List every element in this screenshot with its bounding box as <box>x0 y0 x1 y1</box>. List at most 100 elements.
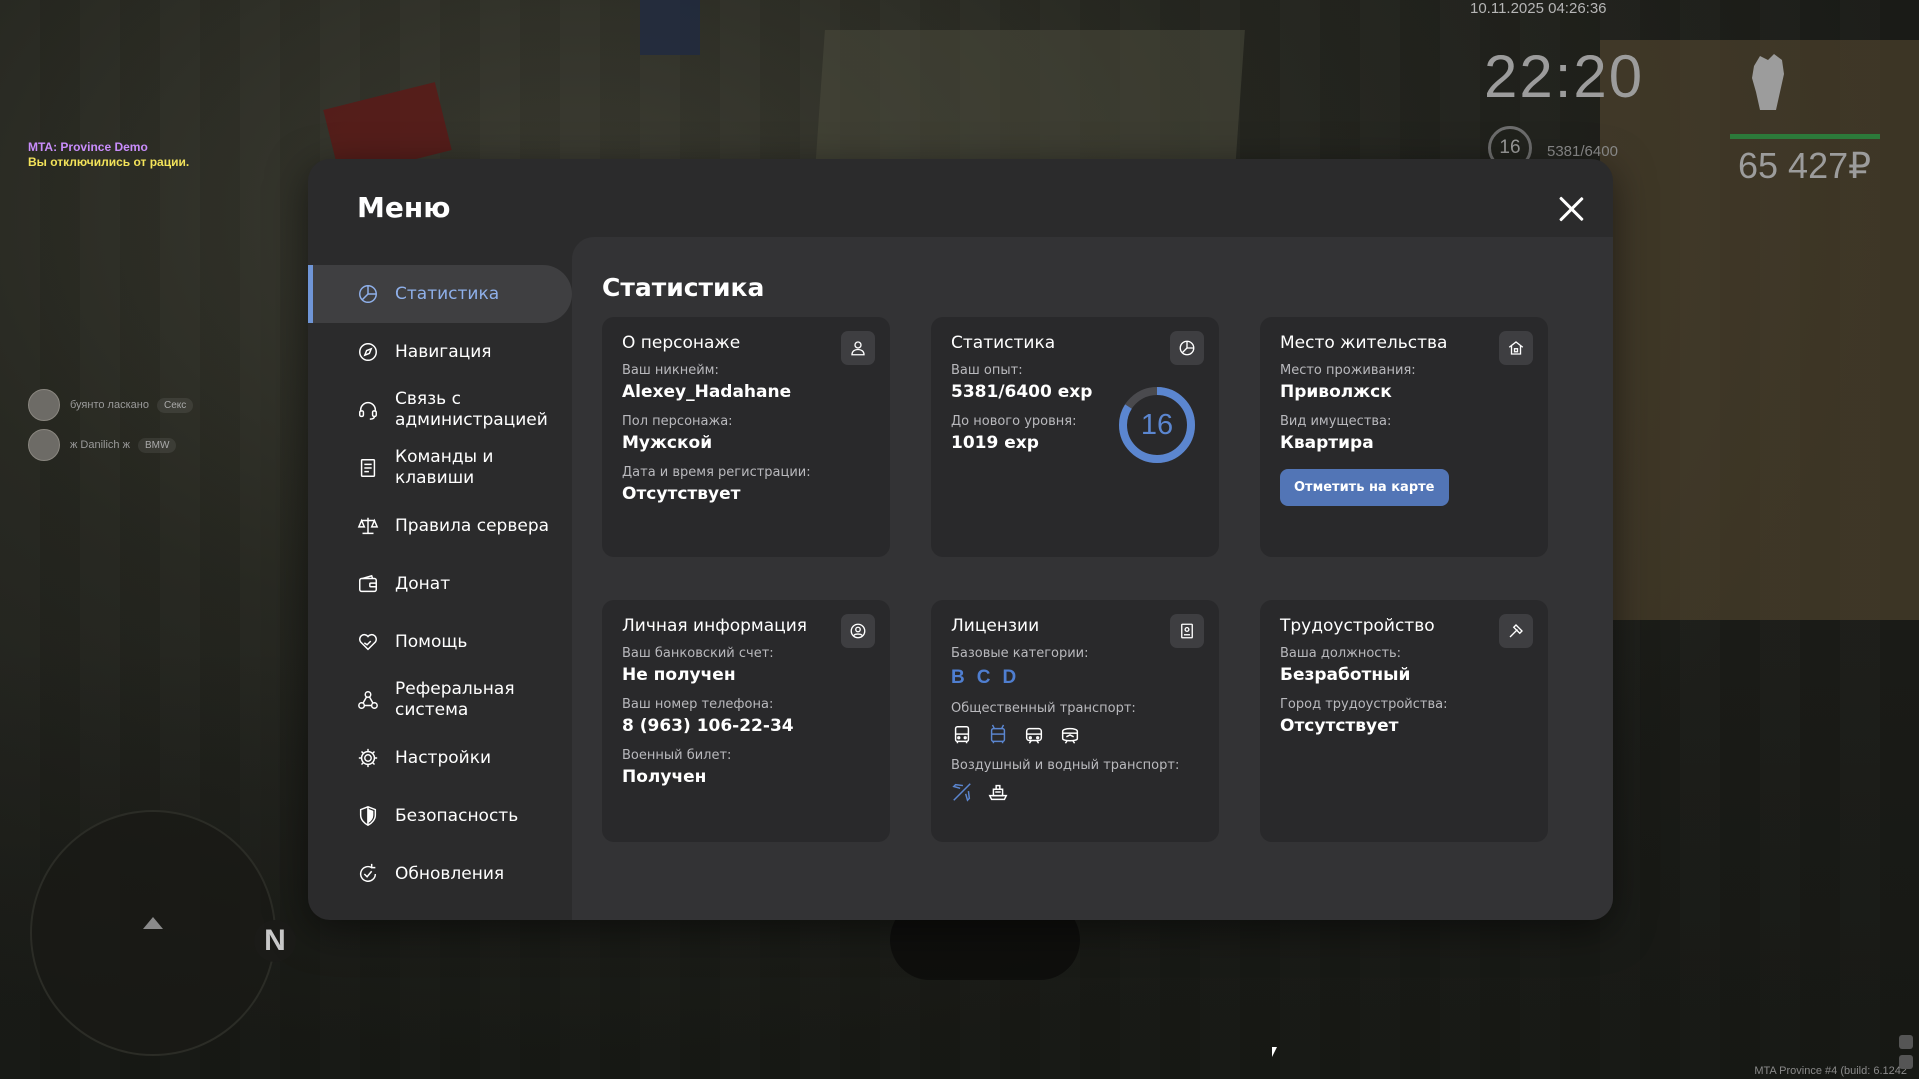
document-icon <box>356 456 380 480</box>
avatar <box>28 389 60 421</box>
build-info: MTA Province #4 (build: 6.1242 <box>1754 1065 1907 1077</box>
sidebar-item-settings[interactable]: Настройки <box>308 729 572 787</box>
field-label: Ваш банковский счет: <box>622 646 774 661</box>
sidebar-item-navigation[interactable]: Навигация <box>308 323 572 381</box>
field-label: Место проживания: <box>1280 363 1416 378</box>
card-title: О персонаже <box>622 333 741 353</box>
mouse-cursor <box>1272 1047 1277 1057</box>
character-card: О персонаже Ваш никнейм: Alexey_Hadahane… <box>602 317 890 557</box>
voice-name: буянто ласкано <box>70 399 149 411</box>
job-position-value: Безработный <box>1280 665 1411 685</box>
headset-icon <box>356 398 380 422</box>
pie-chart-icon <box>356 282 380 306</box>
location-icon <box>1899 1055 1913 1069</box>
card-title: Место жительства <box>1280 333 1448 353</box>
refresh-icon <box>356 862 380 886</box>
voice-row: буянто ласкано Секс <box>28 388 194 422</box>
shield-icon <box>356 804 380 828</box>
user-circle-icon <box>841 614 875 648</box>
sidebar-item-label: Навигация <box>395 341 492 362</box>
hud-clock: 22:20 <box>1484 43 1645 110</box>
sidebar-item-label: Безопасность <box>395 805 519 826</box>
field-label: Город трудоустройства: <box>1280 697 1448 712</box>
sidebar-item-help[interactable]: Помощь <box>308 613 572 671</box>
plane-icon <box>951 781 973 803</box>
mark-on-map-button[interactable]: Отметить на карте <box>1280 469 1449 506</box>
hud-exp: 5381/6400 <box>1547 143 1618 160</box>
job-city-value: Отсутствует <box>1280 716 1399 736</box>
card-title: Личная информация <box>622 616 808 636</box>
field-label: Ваша должность: <box>1280 646 1402 661</box>
avatar <box>28 429 60 461</box>
game-background-door <box>815 30 1245 170</box>
trolleybus-icon <box>987 724 1009 746</box>
hud-datetime: 10.11.2025 04:26:36 <box>1470 0 1607 17</box>
sidebar-item-rules[interactable]: Правила сервера <box>308 497 572 555</box>
residence-place-value: Приволжск <box>1280 382 1392 402</box>
public-transport-icons <box>951 724 1199 746</box>
level-number: 16 <box>1140 408 1174 441</box>
metro-icon <box>1059 724 1081 746</box>
statistics-card: Статистика Ваш опыт: 5381/6400 exp До но… <box>931 317 1219 557</box>
sidebar: Статистика Навигация Связь с администрац… <box>308 265 572 903</box>
game-background-board <box>1600 40 1919 620</box>
card-title: Трудоустройство <box>1280 616 1435 636</box>
sidebar-item-statistics[interactable]: Статистика <box>308 265 572 323</box>
license-category: B <box>951 667 965 688</box>
heart-hand-icon <box>356 630 380 654</box>
hud-money: 65 427₽ <box>1738 145 1872 186</box>
menu-window: Меню Статистика Навигация Связь с админи… <box>308 159 1613 920</box>
gender-value: Мужской <box>622 433 713 453</box>
field-label: Общественный транспорт: <box>951 701 1136 716</box>
license-category: D <box>1002 667 1017 688</box>
field-label: Воздушный и водный транспорт: <box>951 758 1180 773</box>
military-id-value: Получен <box>622 767 707 787</box>
compass-icon <box>356 340 380 364</box>
voice-row: ж Danilich ж BMW <box>28 428 193 462</box>
license-category: C <box>976 667 991 688</box>
nickname-value: Alexey_Hadahane <box>622 382 792 402</box>
phone-value: 8 (963) 106-22-34 <box>622 716 794 736</box>
content-panel: Статистика О персонаже Ваш никнейм: Alex… <box>572 237 1613 920</box>
pie-chart-icon <box>1170 331 1204 365</box>
field-label: Военный билет: <box>622 748 732 763</box>
gear-icon <box>356 746 380 770</box>
sidebar-item-commands[interactable]: Команды и клавиши <box>308 439 572 497</box>
menu-title: Меню <box>357 191 451 224</box>
field-label: Дата и время регистрации: <box>622 465 811 480</box>
radar-minimap <box>30 810 276 1056</box>
player-arrow-icon <box>143 917 163 929</box>
scales-icon <box>356 514 380 538</box>
sidebar-item-updates[interactable]: Обновления <box>308 845 572 903</box>
corner-icons <box>1899 1035 1913 1069</box>
field-label: Ваш номер телефона: <box>622 697 774 712</box>
user-icon <box>841 331 875 365</box>
sidebar-item-label: Помощь <box>395 631 468 652</box>
sidebar-item-label: Настройки <box>395 747 492 768</box>
card-title: Лицензии <box>951 616 1040 636</box>
sidebar-item-donate[interactable]: Донат <box>308 555 572 613</box>
field-label: Ваш никнейм: <box>622 363 719 378</box>
close-button[interactable] <box>1555 193 1587 225</box>
employment-card: Трудоустройство Ваша должность: Безработ… <box>1260 600 1548 842</box>
registration-value: Отсутствует <box>622 484 741 504</box>
hammer-icon <box>1499 614 1533 648</box>
health-bar <box>1730 134 1880 139</box>
license-categories: B C D <box>951 667 1199 689</box>
air-water-transport-icons <box>951 781 1199 803</box>
voice-name: ж Danilich ж <box>70 439 130 451</box>
field-label: Ваш опыт: <box>951 363 1023 378</box>
residence-card: Место жительства Место проживания: Приво… <box>1260 317 1548 557</box>
game-background-box <box>640 0 700 55</box>
boat-icon <box>987 781 1009 803</box>
sidebar-item-referral[interactable]: Реферальная система <box>308 671 572 729</box>
sidebar-item-security[interactable]: Безопасность <box>308 787 572 845</box>
tram-icon <box>1023 724 1045 746</box>
chat-box: MTA: Province Demo Вы отключились от рац… <box>28 140 189 170</box>
sidebar-item-admin-contact[interactable]: Связь с администрацией <box>308 381 572 439</box>
licenses-card: Лицензии Базовые категории: B C D Общест… <box>931 600 1219 842</box>
field-label: Вид имущества: <box>1280 414 1392 429</box>
wallet-icon <box>356 572 380 596</box>
voice-tag: Секс <box>156 397 194 413</box>
microphone-icon <box>1899 1035 1913 1049</box>
